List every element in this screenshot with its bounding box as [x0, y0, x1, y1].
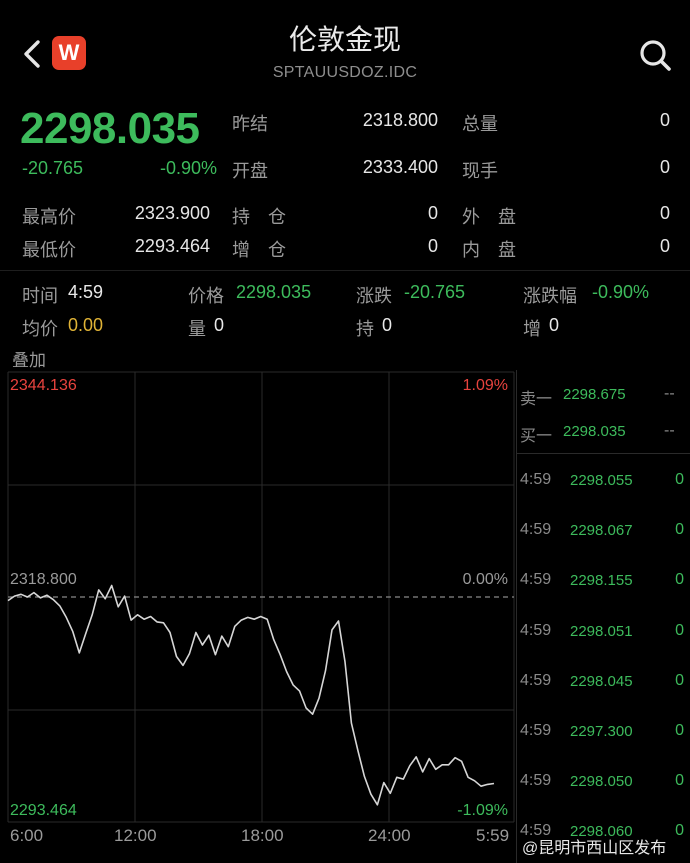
symbol-code: SPTAUUSDOZ.IDC: [272, 64, 418, 81]
last-price: 2298.035: [20, 104, 200, 153]
buy1-price: 2298.035: [563, 423, 626, 440]
tick-time: 4:59: [520, 471, 552, 488]
vol-value: 0: [214, 315, 225, 335]
tick-time: 4:59: [520, 722, 552, 739]
tick-volume: 0: [675, 772, 684, 789]
overlay-button[interactable]: 叠加: [12, 346, 46, 371]
inner-value: 0: [659, 236, 670, 256]
open-label: 开盘: [232, 161, 268, 181]
prev-close-label: 昨结: [232, 114, 268, 134]
open-value: 2333.400: [362, 157, 438, 177]
tick-price: 2298.155: [570, 572, 633, 589]
search-icon[interactable]: [636, 36, 676, 76]
cursor-time-value: 4:59: [68, 282, 104, 302]
tick-time: 4:59: [520, 571, 552, 588]
sell1-price: 2298.675: [563, 386, 626, 403]
total-volume-label: 总量: [462, 114, 498, 134]
current-hand-value: 0: [659, 157, 670, 177]
low-label: 最低价: [22, 240, 76, 260]
tick-volume: 0: [675, 622, 684, 639]
intraday-chart[interactable]: 2344.136 1.09% 2318.800 0.00% 2293.464 -…: [0, 370, 516, 825]
avg-value: 0.00: [68, 315, 104, 335]
add-label: 增 仓: [232, 240, 286, 260]
x-label-1: 12:00: [114, 826, 157, 845]
section-divider: [0, 270, 690, 271]
chart-mid-pct: 0.00%: [463, 571, 508, 588]
tick-volume: 0: [675, 571, 684, 588]
tick-price: 2298.055: [570, 472, 633, 489]
cursor-change-label: 涨跌: [356, 286, 392, 306]
chart-mid-price: 2318.800: [10, 571, 77, 588]
price-line: [7, 584, 495, 806]
tick-price: 2298.045: [570, 673, 633, 690]
tick-price: 2298.050: [570, 773, 633, 790]
avg-label: 均价: [22, 319, 58, 339]
tick-volume: 0: [675, 672, 684, 689]
cursor-hold-label: 持: [356, 319, 374, 339]
current-hand-label: 现手: [462, 161, 498, 181]
outer-label: 外 盘: [462, 207, 516, 227]
cursor-pct-value: -0.90%: [592, 282, 650, 302]
order-book-panel: 卖一 2298.675 -- 买一 2298.035 -- 4:59 2298.…: [516, 370, 690, 863]
cursor-time-label: 时间: [22, 286, 58, 306]
price-change: -20.765: [22, 158, 84, 178]
total-volume-value: 0: [659, 110, 670, 130]
tick-time: 4:59: [520, 521, 552, 538]
vol-label: 量: [188, 319, 206, 339]
sell1-volume: --: [664, 385, 675, 402]
watermark: @昆明市西山区发布: [522, 840, 667, 857]
panel-border: [516, 370, 517, 863]
page-title: 伦敦金现: [288, 24, 401, 55]
low-value: 2293.464: [134, 236, 210, 256]
cursor-pct-label: 涨跌幅: [523, 286, 577, 306]
tick-price: 2298.067: [570, 522, 633, 539]
cursor-hold-value: 0: [382, 315, 393, 335]
tick-volume: 0: [675, 521, 684, 538]
price-change-pct: -0.90%: [160, 158, 218, 178]
chart-bottom-price: 2293.464: [10, 802, 77, 819]
tick-volume: 0: [675, 722, 684, 739]
cursor-change-value: -20.765: [404, 282, 466, 302]
sell1-label: 卖一: [520, 391, 553, 408]
high-label: 最高价: [22, 207, 76, 227]
hold-value: 0: [427, 203, 438, 223]
x-label-4: 5:59: [476, 826, 510, 845]
tick-time: 4:59: [520, 622, 552, 639]
depth-divider: [516, 453, 690, 454]
x-label-3: 24:00: [368, 826, 411, 845]
tick-volume: 0: [675, 471, 684, 488]
tick-price: 2298.051: [570, 623, 633, 640]
high-value: 2323.900: [134, 203, 210, 223]
chart-bottom-pct: -1.09%: [457, 802, 508, 819]
chart-top-price: 2344.136: [10, 377, 77, 394]
x-label-2: 18:00: [241, 826, 284, 845]
add-value: 0: [427, 236, 438, 256]
outer-value: 0: [659, 203, 670, 223]
buy1-label: 买一: [520, 428, 553, 445]
buy1-volume: --: [664, 422, 675, 439]
chart-top-pct: 1.09%: [463, 377, 508, 394]
cursor-add-value: 0: [549, 315, 560, 335]
tick-time: 4:59: [520, 772, 552, 789]
cursor-add-label: 增: [523, 319, 541, 339]
tick-price: 2297.300: [570, 723, 633, 740]
cursor-price-label: 价格: [188, 286, 224, 306]
x-label-0: 6:00: [10, 826, 44, 845]
prev-close-value: 2318.800: [362, 110, 438, 130]
tick-time: 4:59: [520, 672, 552, 689]
cursor-price-value: 2298.035: [236, 282, 312, 302]
chart-grid: [7, 371, 515, 823]
hold-label: 持 仓: [232, 207, 286, 227]
inner-label: 内 盘: [462, 240, 516, 260]
